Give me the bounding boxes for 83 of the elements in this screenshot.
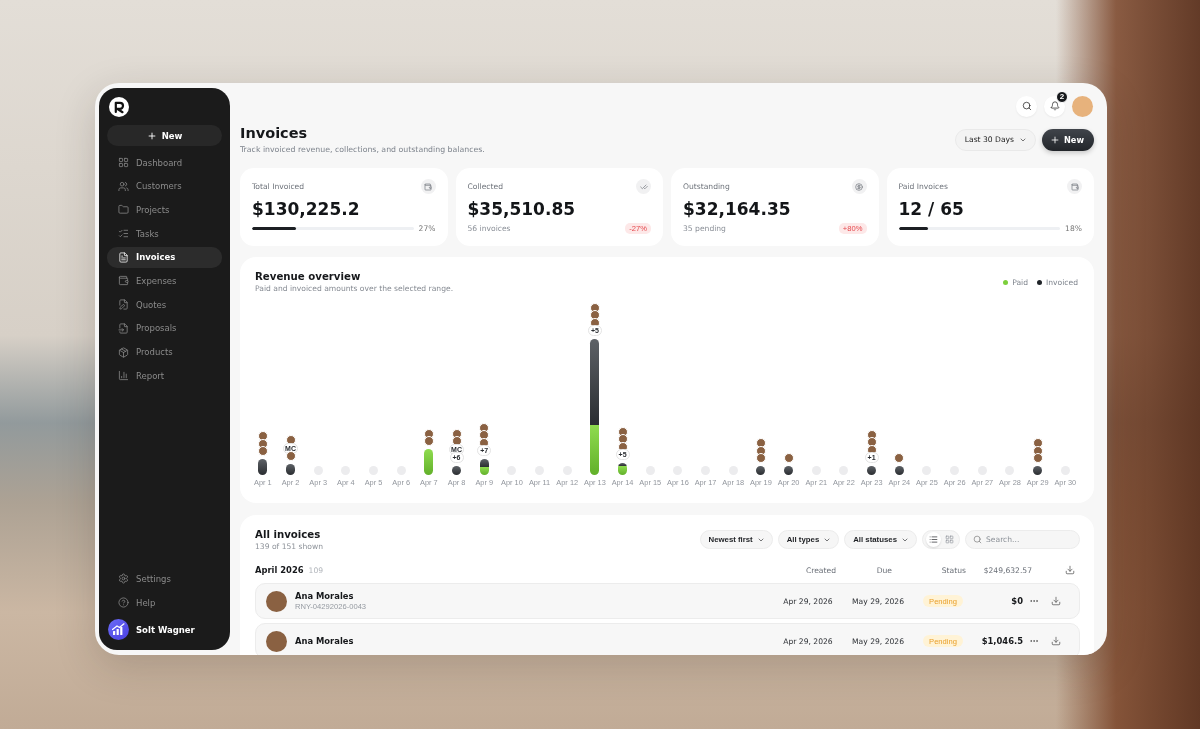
sidebar-item[interactable]: Invoices <box>107 246 222 268</box>
sidebar-item[interactable]: Quotes <box>107 294 222 316</box>
checklist-icon <box>118 228 129 240</box>
avatar-photo <box>257 446 268 456</box>
invoiced-bar <box>784 466 794 475</box>
search-icon <box>1021 101 1032 111</box>
avatar-photo <box>755 453 766 463</box>
wallet-icon <box>118 275 129 287</box>
users-icon <box>118 180 129 192</box>
invoiced-bar <box>894 466 904 475</box>
avatar-photo <box>894 453 905 463</box>
chart-title: Revenue overview <box>255 270 362 283</box>
section-title: All invoices <box>255 528 322 541</box>
help-icon <box>118 597 129 608</box>
sidebar-item[interactable]: Projects <box>107 199 222 221</box>
grid-icon <box>118 157 129 168</box>
paid-bar <box>424 449 434 475</box>
double-check-icon <box>636 179 651 194</box>
document-pen-icon <box>118 299 129 311</box>
invoiced-bar <box>452 466 462 475</box>
page-title: Invoices <box>240 124 309 142</box>
sidebar-item[interactable]: Expenses <box>107 270 222 292</box>
customer-name: Ana Morales <box>295 636 354 646</box>
download-icon <box>1065 565 1075 575</box>
new-button[interactable]: New <box>1042 128 1094 151</box>
user-avatar[interactable] <box>1072 95 1093 117</box>
wallet-icon <box>1067 179 1082 194</box>
sidebar-item[interactable]: Proposals <box>107 317 222 339</box>
sidebar-item[interactable]: Dashboard <box>107 152 222 173</box>
sidebar-item[interactable]: Tasks <box>107 223 222 245</box>
view-button[interactable] <box>925 532 941 547</box>
stat-value: $32,164.35 <box>683 198 792 220</box>
download-button[interactable] <box>1050 635 1062 647</box>
plus-icon <box>146 130 157 141</box>
avatar-photo <box>266 630 287 652</box>
stacked-bar <box>618 463 628 475</box>
bar-chart-avatar-icon <box>108 619 129 640</box>
sidebar-item[interactable]: Products <box>107 341 222 363</box>
search-button[interactable] <box>1016 95 1037 117</box>
invoiced-bar <box>867 466 877 475</box>
logo-icon <box>109 97 129 117</box>
invoiced-bar <box>258 459 268 475</box>
search-icon <box>973 535 982 544</box>
avatar-photo <box>266 590 287 612</box>
invoiced-bar <box>756 466 766 475</box>
document-arrow-icon <box>118 322 129 334</box>
stat-value: $130,225.2 <box>252 198 361 220</box>
grid-icon <box>944 535 954 544</box>
sidebar-item[interactable]: Report <box>107 365 222 387</box>
sidebar-item[interactable]: Settings <box>107 568 222 590</box>
plus-icon <box>1050 134 1060 145</box>
avatar-photo <box>423 436 434 446</box>
folder-icon <box>118 204 129 216</box>
stat-value: 12 / 65 <box>898 198 965 220</box>
invoice-amount: $1,046.5 <box>980 636 1023 646</box>
notifications-button[interactable]: 2 <box>1044 95 1065 117</box>
customer-name: Ana Morales <box>295 591 355 601</box>
invoiced-bar <box>286 464 295 475</box>
invoice-amount: $0 <box>1010 596 1023 606</box>
download-button[interactable] <box>1064 564 1076 576</box>
download-icon <box>1051 636 1061 646</box>
sidebar-item[interactable]: Customers <box>107 175 222 197</box>
user-name: Solt Wagner <box>136 624 195 635</box>
stat-value: $35,510.85 <box>467 198 577 220</box>
box-icon <box>118 346 129 358</box>
bell-icon <box>1049 101 1060 111</box>
dollar-icon <box>851 179 867 194</box>
bar-chart-icon <box>118 370 129 382</box>
invoiced-bar <box>1033 466 1043 475</box>
group-title: April 2026 <box>255 565 304 575</box>
download-button[interactable] <box>1050 595 1062 607</box>
avatar-photo <box>285 451 296 461</box>
sidebar-item[interactable]: Help <box>107 592 222 613</box>
wallet-icon <box>420 179 436 194</box>
new-button[interactable]: New <box>107 125 222 146</box>
avatar-photo <box>1032 453 1043 463</box>
notification-count: 2 <box>1056 90 1068 103</box>
download-icon <box>1051 596 1061 606</box>
avatar-photo <box>783 453 794 463</box>
stacked-bar <box>479 459 489 475</box>
list-icon <box>928 535 938 544</box>
document-icon <box>118 251 129 263</box>
settings-icon <box>118 573 129 585</box>
